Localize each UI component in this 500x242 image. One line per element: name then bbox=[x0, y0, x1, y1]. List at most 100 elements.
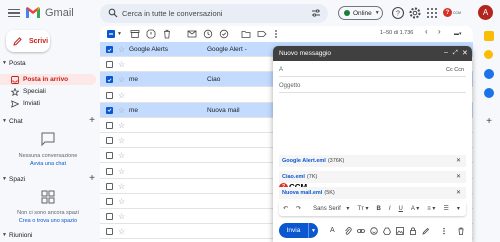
next-page-icon[interactable]: › bbox=[438, 27, 448, 37]
attachment-chip[interactable]: Google Alert.eml (376K) ✕ bbox=[279, 155, 466, 167]
start-chat-link[interactable]: Avvia una chat bbox=[0, 161, 96, 167]
send-options-icon[interactable]: ▼ bbox=[308, 223, 318, 238]
star-icon[interactable]: ☆ bbox=[118, 182, 125, 191]
add-on-plus-icon[interactable]: + bbox=[484, 117, 494, 127]
keep-icon[interactable] bbox=[484, 50, 493, 59]
recipients-field[interactable]: A Cc Ccn bbox=[279, 63, 466, 77]
status-selector[interactable]: Online ▼ bbox=[338, 6, 383, 20]
mail-section-header[interactable]: ▼ Posta bbox=[0, 58, 98, 68]
label-tag-icon[interactable] bbox=[257, 29, 267, 39]
discard-draft-icon[interactable] bbox=[457, 227, 465, 235]
subject-field[interactable]: Oggetto bbox=[279, 79, 466, 93]
contacts-icon[interactable] bbox=[484, 88, 494, 98]
drive-icon[interactable] bbox=[383, 227, 391, 235]
star-icon[interactable]: ☆ bbox=[118, 227, 125, 236]
text-size-icon[interactable]: Tт ▾ bbox=[357, 205, 368, 212]
apps-grid-icon[interactable] bbox=[425, 6, 439, 20]
remove-attachment-icon[interactable]: ✕ bbox=[456, 189, 461, 196]
star-icon[interactable]: ☆ bbox=[118, 136, 125, 145]
star-icon[interactable]: ☆ bbox=[118, 106, 125, 115]
attachment-name[interactable]: Nuova mail.eml bbox=[282, 190, 322, 196]
search-input[interactable]: Cerca in tutte le conversazioni bbox=[122, 9, 222, 18]
move-to-folder-icon[interactable] bbox=[241, 29, 251, 39]
more-format-icon[interactable]: ▾ bbox=[457, 205, 460, 212]
row-checkbox[interactable] bbox=[106, 152, 113, 160]
row-checkbox[interactable] bbox=[106, 76, 113, 84]
fullscreen-icon[interactable]: ⤢ bbox=[453, 50, 458, 57]
row-checkbox[interactable] bbox=[106, 167, 113, 175]
prev-page-icon[interactable]: ‹ bbox=[425, 27, 435, 37]
settings-gear-icon[interactable] bbox=[408, 6, 422, 20]
sidebar-item-starred[interactable]: Speciali bbox=[0, 86, 96, 97]
row-checkbox[interactable] bbox=[106, 213, 113, 221]
text-color-icon[interactable]: A ▾ bbox=[411, 205, 419, 212]
remove-attachment-icon[interactable]: ✕ bbox=[456, 173, 461, 180]
star-icon[interactable]: ☆ bbox=[118, 167, 125, 176]
redo-icon[interactable]: ↷ bbox=[296, 205, 301, 212]
star-icon[interactable]: ☆ bbox=[118, 151, 125, 160]
close-icon[interactable]: ✕ bbox=[462, 49, 468, 57]
star-icon[interactable]: ☆ bbox=[118, 60, 125, 69]
snooze-clock-icon[interactable] bbox=[203, 29, 213, 39]
compose-header[interactable]: Nuovo messaggio – ⤢ ✕ bbox=[273, 46, 472, 61]
more-options-icon[interactable] bbox=[440, 227, 448, 235]
chat-section-header[interactable]: ▼ Chat + bbox=[0, 115, 98, 126]
row-checkbox[interactable] bbox=[106, 198, 113, 205]
emoji-icon[interactable] bbox=[370, 227, 378, 235]
add-space-icon[interactable]: + bbox=[89, 173, 95, 184]
list-icon[interactable]: ☰ bbox=[443, 205, 448, 212]
formatting-options-icon[interactable]: A bbox=[330, 227, 338, 235]
star-icon[interactable]: ☆ bbox=[118, 212, 125, 221]
calendar-icon[interactable] bbox=[484, 31, 494, 41]
row-checkbox[interactable] bbox=[106, 46, 113, 53]
help-icon[interactable]: ? bbox=[391, 6, 405, 20]
star-icon[interactable]: ☆ bbox=[118, 75, 125, 84]
row-checkbox[interactable] bbox=[106, 106, 113, 114]
compose-button[interactable]: Scrivi bbox=[6, 30, 50, 52]
star-icon[interactable]: ☆ bbox=[118, 121, 125, 130]
sidebar-item-sent[interactable]: Inviati bbox=[0, 98, 96, 109]
spaces-section-header[interactable]: ▼ Spazi + bbox=[0, 173, 98, 184]
send-button[interactable]: Invia bbox=[279, 223, 308, 238]
search-filter-icon[interactable] bbox=[311, 8, 321, 18]
cc-bcc-link[interactable]: Cc Ccn bbox=[446, 67, 464, 73]
select-all-checkbox-icon[interactable] bbox=[106, 29, 116, 39]
add-task-icon[interactable] bbox=[219, 29, 229, 39]
minimize-icon[interactable]: – bbox=[444, 49, 448, 56]
undo-icon[interactable]: ↶ bbox=[283, 205, 288, 212]
attachment-chip[interactable]: Nuova mail.eml (5K) ✕ bbox=[279, 187, 466, 199]
select-dropdown-icon[interactable]: ▼ bbox=[117, 31, 127, 41]
search-icon[interactable] bbox=[108, 8, 118, 18]
sidebar-item-inbox[interactable]: Posta in arrivo bbox=[0, 74, 96, 85]
bold-icon[interactable]: B bbox=[377, 206, 381, 212]
delete-icon[interactable] bbox=[162, 29, 172, 39]
tasks-icon[interactable] bbox=[484, 69, 494, 79]
row-checkbox[interactable] bbox=[106, 61, 113, 69]
insert-photo-icon[interactable] bbox=[396, 227, 404, 235]
signature-pen-icon[interactable] bbox=[422, 227, 430, 235]
row-checkbox[interactable] bbox=[106, 91, 113, 99]
row-checkbox[interactable] bbox=[106, 182, 113, 190]
star-icon[interactable]: ☆ bbox=[118, 91, 125, 100]
remove-attachment-icon[interactable]: ✕ bbox=[456, 157, 461, 164]
main-menu-icon[interactable] bbox=[7, 6, 21, 20]
font-family-select[interactable]: Sans Serif ▾ bbox=[309, 205, 349, 212]
insert-link-icon[interactable] bbox=[357, 227, 365, 235]
confidential-mode-icon[interactable] bbox=[409, 227, 417, 235]
row-checkbox[interactable] bbox=[106, 122, 113, 129]
mark-unread-icon[interactable] bbox=[187, 29, 197, 39]
attach-file-icon[interactable] bbox=[344, 227, 352, 235]
more-vertical-icon[interactable] bbox=[271, 29, 281, 39]
create-space-link[interactable]: Crea o trova uno spazio bbox=[0, 218, 96, 224]
ccm-account-logo[interactable]: ? CCM bbox=[443, 8, 471, 17]
view-toggle-icon[interactable]: ▬▾ bbox=[454, 31, 464, 41]
italic-icon[interactable]: I bbox=[389, 206, 391, 212]
star-icon[interactable]: ☆ bbox=[118, 197, 125, 206]
add-chat-icon[interactable]: + bbox=[89, 115, 95, 126]
search-bar[interactable]: Cerca in tutte le conversazioni bbox=[100, 4, 328, 23]
underline-icon[interactable]: U bbox=[399, 206, 403, 212]
row-checkbox[interactable] bbox=[106, 228, 113, 236]
report-spam-icon[interactable] bbox=[146, 29, 156, 39]
row-checkbox[interactable] bbox=[106, 137, 113, 145]
account-avatar[interactable]: A bbox=[478, 5, 493, 20]
